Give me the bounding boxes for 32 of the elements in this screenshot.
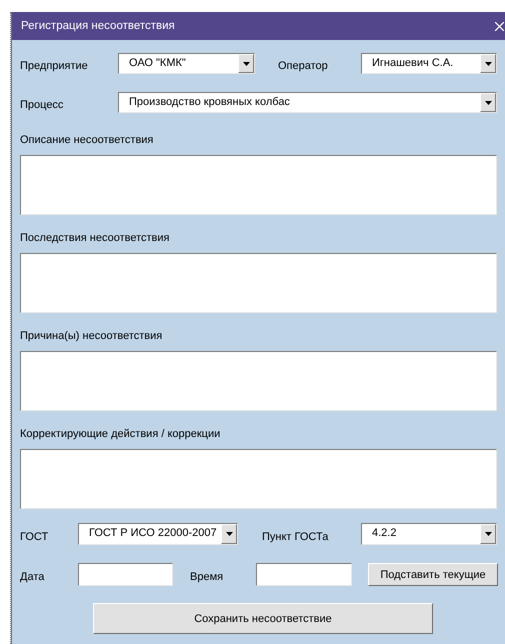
dropdown-button[interactable] bbox=[221, 524, 237, 544]
field-label: Процесс bbox=[20, 98, 64, 111]
enterprise-dropdown[interactable]: ОАО "КМК" bbox=[118, 53, 255, 74]
fill-current-button[interactable]: Подставить текущие bbox=[368, 563, 498, 586]
clause-dropdown[interactable]: 4.2.2 bbox=[361, 523, 497, 545]
section-label: Описание несоответствия bbox=[20, 133, 154, 147]
dropdown-button[interactable] bbox=[480, 93, 496, 112]
time-field[interactable] bbox=[256, 563, 352, 586]
field-label: Оператор bbox=[278, 59, 329, 72]
section-label: Корректирующие действия / коррекции bbox=[20, 427, 222, 441]
dropdown-button[interactable] bbox=[480, 54, 496, 73]
field-label: Пункт ГОСТа bbox=[262, 530, 330, 542]
field-label: Дата bbox=[20, 570, 46, 583]
caret-icon bbox=[484, 100, 492, 104]
field-label: Предприятие bbox=[20, 59, 89, 72]
field-label: Время bbox=[190, 570, 224, 583]
caret-icon bbox=[484, 62, 492, 66]
dropdown-button[interactable] bbox=[480, 524, 496, 544]
gost-dropdown[interactable]: ГОСТ Р ИСО 22000-2007 bbox=[78, 523, 238, 545]
section-label: Последствия несоответствия bbox=[20, 231, 170, 245]
save-button[interactable]: Сохранить несоответствие bbox=[93, 603, 433, 634]
operator-dropdown[interactable]: Игнашевич С.А. bbox=[361, 53, 497, 74]
caret-icon bbox=[226, 532, 232, 536]
caret-icon bbox=[484, 532, 492, 536]
section-label: Причина(ы) несоответствия bbox=[20, 329, 164, 343]
date-field[interactable] bbox=[78, 563, 173, 586]
caret-icon bbox=[242, 62, 250, 66]
window-title: Регистрация несоответствия bbox=[21, 20, 175, 32]
dropdown-button[interactable] bbox=[238, 54, 254, 73]
field-label: ГОСТ bbox=[20, 530, 50, 542]
close-icon[interactable] bbox=[495, 22, 504, 30]
process-dropdown[interactable]: Производство кровяных колбас bbox=[118, 92, 497, 113]
